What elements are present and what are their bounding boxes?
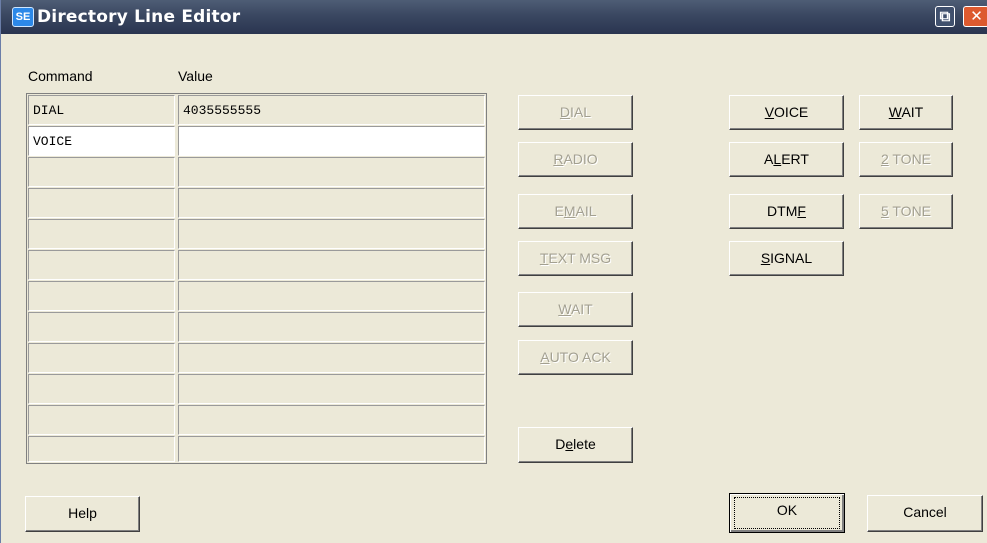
command-cell[interactable] bbox=[28, 219, 175, 249]
value-cell[interactable] bbox=[178, 436, 485, 462]
command-cell[interactable] bbox=[28, 188, 175, 218]
command-cell[interactable] bbox=[28, 405, 175, 435]
dtmf-button[interactable]: DTMF bbox=[729, 194, 844, 229]
command-cell[interactable] bbox=[28, 281, 175, 311]
command-cell[interactable] bbox=[28, 374, 175, 404]
value-cell[interactable] bbox=[178, 157, 485, 187]
window-title: Directory Line Editor bbox=[37, 7, 241, 27]
command-cell[interactable] bbox=[28, 312, 175, 342]
close-button[interactable]: ✕ bbox=[963, 6, 987, 27]
value-cell[interactable] bbox=[178, 374, 485, 404]
command-column-header: Command bbox=[28, 68, 93, 84]
voice-button[interactable]: VOICE bbox=[729, 95, 844, 130]
close-icon: ✕ bbox=[970, 7, 983, 25]
value-cell[interactable] bbox=[178, 219, 485, 249]
button-label: DTMF bbox=[767, 203, 806, 219]
button-label: DIAL bbox=[559, 104, 592, 120]
focus-ring bbox=[734, 497, 840, 529]
line-editor-grid[interactable]: DIAL 4035555555 VOICE bbox=[26, 93, 487, 464]
command-cell-selected[interactable]: VOICE bbox=[28, 126, 175, 156]
app-icon: SE bbox=[12, 7, 34, 27]
button-label: VOICE bbox=[764, 104, 809, 120]
restore-button[interactable]: ⧉ bbox=[935, 6, 955, 27]
value-cell[interactable] bbox=[178, 343, 485, 373]
text-msg-button: TEXT MSG bbox=[518, 241, 633, 276]
value-cell[interactable]: 4035555555 bbox=[178, 95, 485, 125]
button-label: 2 TONE bbox=[880, 151, 932, 167]
radio-button: RADIO bbox=[518, 142, 633, 177]
button-label: WAIT bbox=[558, 301, 593, 317]
help-button-label: Help bbox=[68, 505, 97, 521]
cancel-button[interactable]: Cancel bbox=[867, 495, 983, 532]
value-cell[interactable] bbox=[178, 312, 485, 342]
button-label: EMAIL bbox=[554, 203, 597, 219]
value-cell[interactable] bbox=[178, 188, 485, 218]
value-column-header: Value bbox=[178, 68, 213, 84]
signal-button[interactable]: SIGNAL bbox=[729, 241, 844, 276]
button-label: 5 TONE bbox=[880, 203, 932, 219]
restore-icon: ⧉ bbox=[939, 7, 951, 25]
delete-button[interactable]: Delete bbox=[518, 427, 633, 463]
email-button: EMAIL bbox=[518, 194, 633, 229]
button-label: WAIT bbox=[888, 104, 924, 120]
auto-ack-button: AUTO ACK bbox=[518, 340, 633, 375]
alert-button[interactable]: ALERT bbox=[729, 142, 844, 177]
button-label: RADIO bbox=[553, 151, 598, 167]
five-tone-button: 5 TONE bbox=[859, 194, 953, 229]
directory-line-editor-window: SE Directory Line Editor ⧉ ✕ Command Val… bbox=[0, 0, 987, 543]
dial-button: DIAL bbox=[518, 95, 633, 130]
value-cell[interactable] bbox=[178, 250, 485, 280]
command-cell[interactable] bbox=[28, 250, 175, 280]
value-cell[interactable] bbox=[178, 405, 485, 435]
wait-command-button[interactable]: WAIT bbox=[859, 95, 953, 130]
command-cell[interactable] bbox=[28, 157, 175, 187]
button-label: ALERT bbox=[764, 151, 809, 167]
button-label: AUTO ACK bbox=[540, 349, 611, 365]
command-cell[interactable] bbox=[28, 343, 175, 373]
command-cell[interactable] bbox=[28, 436, 175, 462]
button-label: TEXT MSG bbox=[539, 250, 612, 266]
cancel-button-label: Cancel bbox=[903, 504, 947, 520]
value-cell[interactable] bbox=[178, 281, 485, 311]
button-label: SIGNAL bbox=[760, 250, 813, 266]
button-label: Delete bbox=[555, 436, 596, 452]
ok-button[interactable]: OK bbox=[729, 493, 845, 533]
wait-button: WAIT bbox=[518, 292, 633, 327]
value-cell-editing[interactable] bbox=[178, 126, 485, 156]
command-cell[interactable]: DIAL bbox=[28, 95, 175, 125]
two-tone-button: 2 TONE bbox=[859, 142, 953, 177]
help-button[interactable]: Help bbox=[25, 496, 140, 532]
title-bar[interactable]: SE Directory Line Editor ⧉ ✕ bbox=[1, 0, 987, 34]
